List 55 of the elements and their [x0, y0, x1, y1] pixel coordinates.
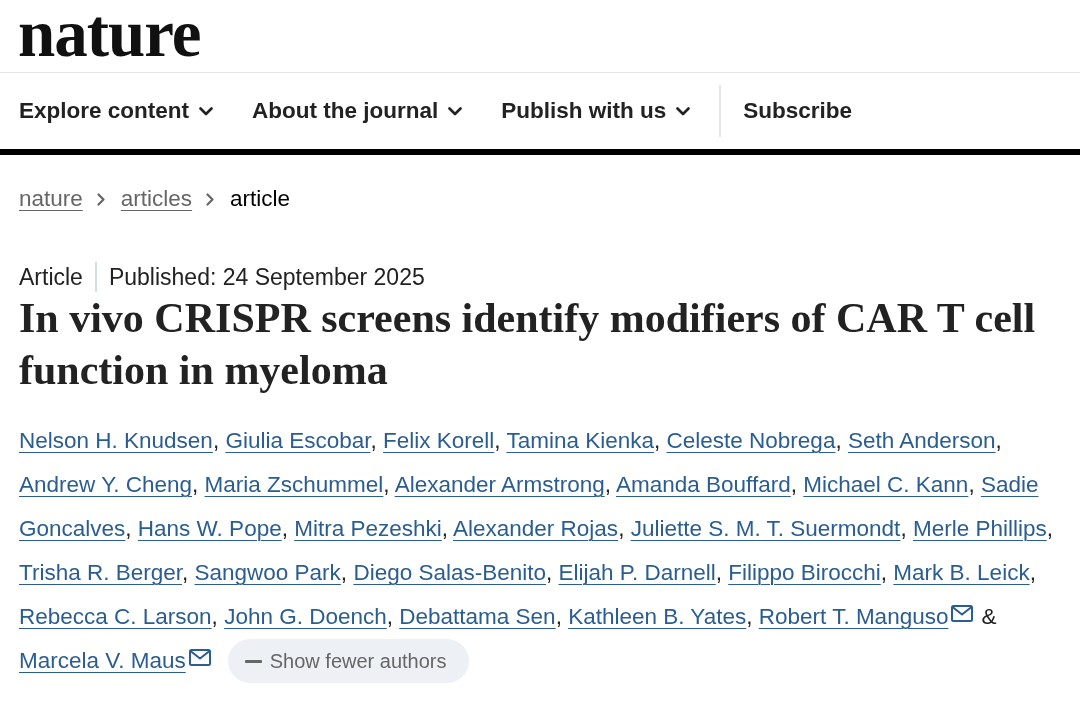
author-link[interactable]: Merle Phillips	[912, 516, 1047, 541]
author-link[interactable]: Filippo Birocchi	[728, 560, 881, 585]
author-link[interactable]: Marcela V. Maus	[19, 648, 211, 673]
author-link[interactable]: Nelson H. Knudsen	[19, 428, 213, 453]
chevron-down-icon	[448, 106, 463, 116]
author-link[interactable]: John G. Doench	[224, 604, 387, 629]
nav-menu-button[interactable]: Explore content	[19, 96, 214, 126]
article-title: In vivo CRISPR screens identify modifiers of CAR T cell function in myeloma	[18, 294, 1037, 395]
minus-icon	[244, 659, 262, 663]
nav-menu-button[interactable]: Publish with us	[501, 96, 691, 126]
author-link[interactable]: Robert T. Manguso	[758, 604, 974, 629]
author-link[interactable]: Juliette S. M. T. Suermondt	[630, 516, 901, 541]
author-link[interactable]: Rebecca C. Larson	[19, 604, 212, 629]
nav-link[interactable]: Subscribe	[743, 96, 853, 126]
author-link[interactable]: Seth Anderson	[847, 428, 996, 453]
author-link[interactable]: Kathleen B. Yates	[568, 604, 747, 629]
article-type: Article	[19, 263, 83, 291]
author-link[interactable]: Felix Korell	[383, 428, 495, 453]
author-line: Trisha R. Berger, Sangwoo Park, Diego Salas-Benito, Elijah P. Darnell, Filippo Birocchi, Mark B. Leick,	[19, 559, 1036, 587]
nav-menu-button[interactable]: About the journal	[252, 96, 463, 126]
author-line: Nelson H. Knudsen, Giulia Escobar, Felix Korell, Tamina Kienka, Celeste Nobrega, Seth Anderson,	[19, 427, 1002, 455]
author-link[interactable]: Elijah P. Darnell	[558, 560, 716, 585]
author-link[interactable]: Giulia Escobar	[225, 428, 371, 453]
author-link[interactable]: Mark B. Leick	[893, 560, 1030, 585]
publish-date: Published: 24 September 2025	[108, 263, 425, 291]
chevron-right-icon	[96, 192, 105, 206]
author-link[interactable]: Hans W. Pope	[137, 516, 282, 541]
author-link[interactable]: Alexander Rojas	[453, 516, 619, 541]
breadcrumb-link[interactable]: articles	[120, 186, 193, 212]
breadcrumb-link[interactable]: nature	[19, 186, 83, 212]
show-fewer-authors-button[interactable]: Show fewer authors	[227, 639, 469, 683]
author-link[interactable]: Amanda Bouffard	[616, 472, 791, 497]
chevron-down-icon	[676, 106, 691, 116]
author-link[interactable]: Mitra Pezeshki	[294, 516, 442, 541]
author-link[interactable]: Andrew Y. Cheng	[19, 472, 193, 497]
breadcrumb-current: article	[230, 186, 291, 212]
author-link[interactable]: Alexander Armstrong	[394, 472, 605, 497]
author-line: Andrew Y. Cheng, Maria Zschummel, Alexander Armstrong, Amanda Bouffard, Michael C. Kann, Sadie	[19, 471, 1039, 499]
author-link[interactable]: Michael C. Kann	[803, 472, 969, 497]
nature-logo[interactable]: nature	[18, 0, 201, 67]
author-link[interactable]: Diego Salas-Benito	[353, 560, 546, 585]
author-link[interactable]: Trisha R. Berger	[19, 560, 182, 585]
author-line: Rebecca C. Larson, John G. Doench, Debattama Sen, Kathleen B. Yates, Robert T. Manguso &	[19, 603, 997, 631]
author-link[interactable]: Goncalves	[19, 516, 126, 541]
author-link[interactable]: Tamina Kienka	[506, 428, 654, 453]
author-link[interactable]: Maria Zschummel	[204, 472, 384, 497]
author-link[interactable]: Debattama Sen	[399, 604, 556, 629]
mail-icon[interactable]	[188, 649, 211, 666]
author-link[interactable]: Celeste Nobrega	[666, 428, 836, 453]
chevron-down-icon	[199, 106, 214, 116]
author-line: Goncalves, Hans W. Pope, Mitra Pezeshki, Alexander Rojas, Juliette S. M. T. Suermondt, Merle Phillips,	[19, 515, 1053, 543]
author-link[interactable]: Sangwoo Park	[194, 560, 341, 585]
mail-icon[interactable]	[951, 605, 974, 622]
author-link[interactable]: Sadie	[980, 472, 1039, 497]
chevron-right-icon	[206, 192, 215, 206]
